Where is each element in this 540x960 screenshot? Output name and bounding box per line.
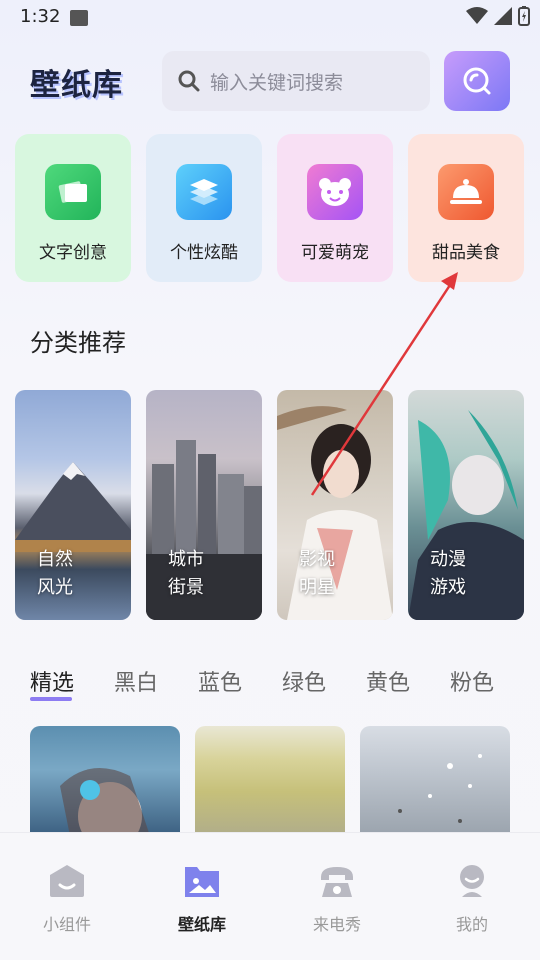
photo-category-nature[interactable]: 自然 风光 — [15, 390, 131, 620]
nav-call-show[interactable]: 来电秀 — [287, 861, 387, 941]
tab-black-white[interactable]: 黑白 — [114, 665, 158, 697]
search-input[interactable]: 输入关键词搜索 — [162, 51, 430, 111]
bear-icon — [307, 164, 363, 220]
search-button[interactable] — [444, 51, 510, 111]
nav-wallpaper-library[interactable]: 壁纸库 — [152, 861, 252, 941]
tab-featured[interactable]: 精选 — [30, 665, 74, 697]
city-image — [146, 440, 262, 620]
gallery-notification-icon — [70, 10, 88, 26]
status-indicators — [466, 6, 530, 26]
wifi-icon — [466, 7, 488, 24]
category-text-creative[interactable]: 文字创意 — [15, 134, 131, 282]
category-cute-pets[interactable]: 可爱萌宠 — [277, 134, 393, 282]
wallpaper-folder-icon — [182, 861, 222, 901]
tab-pink[interactable]: 粉色 — [450, 665, 494, 697]
status-time: 1:32 — [20, 6, 61, 27]
search-icon — [178, 70, 200, 92]
photo-category-label: 城市 街景 — [168, 549, 204, 598]
photo-category-film-stars[interactable]: 影视 明星 — [277, 390, 393, 620]
status-bar: 1:32 — [0, 0, 540, 36]
tab-blue[interactable]: 蓝色 — [198, 665, 242, 697]
tab-green[interactable]: 绿色 — [282, 665, 326, 697]
nav-label: 壁纸库 — [177, 915, 226, 934]
tab-yellow[interactable]: 黄色 — [366, 665, 410, 697]
nav-profile[interactable]: 我的 — [422, 861, 522, 941]
nav-widgets[interactable]: 小组件 — [17, 861, 117, 941]
category-label: 甜品美食 — [432, 243, 500, 263]
photo-category-anime-games[interactable]: 动漫 游戏 — [408, 390, 524, 620]
wallpaper-thumbnail[interactable] — [30, 726, 180, 836]
category-desserts[interactable]: 甜品美食 — [408, 134, 524, 282]
search-placeholder: 输入关键词搜索 — [210, 71, 344, 94]
category-label: 个性炫酷 — [170, 243, 238, 263]
anime-image — [408, 410, 524, 620]
food-cloche-icon — [438, 164, 494, 220]
portrait-image — [277, 406, 393, 620]
wallpaper-thumbnail[interactable] — [360, 726, 510, 836]
magnifier-icon — [463, 67, 491, 95]
mountain-image — [15, 462, 131, 552]
nav-label: 我的 — [455, 915, 488, 934]
app-logo: 壁纸库 — [30, 68, 123, 103]
category-label: 可爱萌宠 — [301, 243, 369, 263]
bottom-nav: 小组件 壁纸库 来电秀 我的 — [0, 832, 540, 960]
category-cool[interactable]: 个性炫酷 — [146, 134, 262, 282]
photo-category-city[interactable]: 城市 街景 — [146, 390, 262, 620]
category-label: 文字创意 — [39, 243, 107, 263]
battery-icon — [518, 6, 530, 26]
photo-category-label: 影视 明星 — [299, 549, 335, 598]
photo-category-label: 自然 风光 — [37, 549, 73, 598]
nav-label: 小组件 — [42, 915, 91, 934]
wallpaper-thumbnail[interactable] — [195, 726, 345, 836]
widget-face-icon — [47, 861, 87, 901]
photo-category-label: 动漫 游戏 — [430, 549, 466, 598]
profile-icon — [452, 861, 492, 901]
telephone-icon — [317, 861, 357, 901]
text-cards-icon — [45, 164, 101, 220]
active-tab-indicator — [30, 697, 72, 701]
nav-label: 来电秀 — [312, 915, 361, 934]
layers-icon — [176, 164, 232, 220]
section-title: 分类推荐 — [30, 329, 126, 357]
signal-icon — [494, 7, 512, 25]
